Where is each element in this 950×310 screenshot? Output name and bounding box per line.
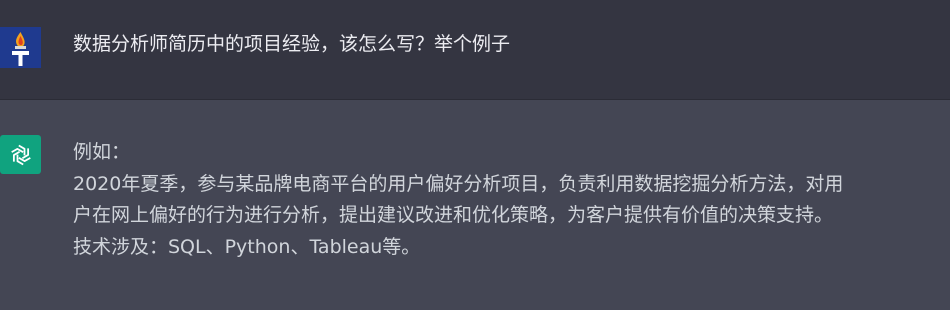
torch-flame-icon	[0, 27, 41, 68]
assistant-message: 例如： 2020年夏季，参与某品牌电商平台的用户偏好分析项目，负责利用数据挖掘分…	[0, 100, 950, 310]
response-line: 2020年夏季，参与某品牌电商平台的用户偏好分析项目，负责利用数据挖掘分析方法，…	[73, 172, 844, 195]
openai-logo-icon	[0, 135, 41, 174]
response-line: 户在网上偏好的行为进行分析，提出建议改进和优化策略，为客户提供有价值的决策支持。	[73, 204, 834, 226]
response-line: 技术涉及：SQL、Python、Tableau等。	[73, 235, 421, 258]
user-message-text: 数据分析师简历中的项目经验，该怎么写？举个例子	[73, 33, 511, 55]
user-message: 数据分析师简历中的项目经验，该怎么写？举个例子	[0, 0, 950, 100]
response-line: 例如：	[73, 141, 131, 163]
chat-thread: 数据分析师简历中的项目经验，该怎么写？举个例子 例如： 2020年夏季，参与某品…	[0, 0, 950, 310]
assistant-message-text: 例如： 2020年夏季，参与某品牌电商平台的用户偏好分析项目，负责利用数据挖掘分…	[73, 137, 943, 263]
